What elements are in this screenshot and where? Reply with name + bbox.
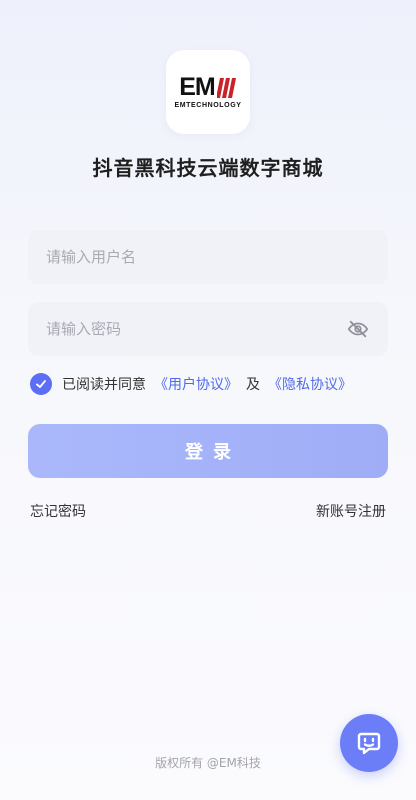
check-icon bbox=[36, 380, 46, 388]
privacy-policy-link[interactable]: 《隐私协议》 bbox=[268, 374, 352, 394]
page-title: 抖音黑科技云端数字商城 bbox=[92, 156, 324, 180]
username-input[interactable] bbox=[46, 248, 370, 266]
agreement-and: 及 bbox=[246, 377, 260, 393]
login-button[interactable]: 登录 bbox=[28, 424, 388, 478]
password-input[interactable] bbox=[46, 320, 346, 338]
eye-off-icon[interactable] bbox=[346, 317, 370, 341]
register-link[interactable]: 新账号注册 bbox=[316, 501, 386, 521]
logo-mark: EM bbox=[179, 73, 237, 101]
username-field bbox=[28, 230, 388, 284]
logo-subtitle: EMTECHNOLOGY bbox=[174, 102, 242, 109]
agreement-prefix: 已阅读并同意 bbox=[62, 377, 146, 393]
user-agreement-link[interactable]: 《用户协议》 bbox=[154, 374, 238, 394]
logo-slashes-icon bbox=[216, 78, 236, 98]
agreement-checkbox[interactable] bbox=[30, 373, 52, 395]
agreement-row: 已阅读并同意 《用户协议》 及 《隐私协议》 bbox=[30, 373, 354, 395]
logo-text: EM bbox=[179, 73, 215, 101]
chat-button[interactable] bbox=[340, 714, 398, 772]
forgot-password-link[interactable]: 忘记密码 bbox=[30, 501, 86, 521]
app-logo: EM EMTECHNOLOGY bbox=[166, 50, 250, 134]
password-field bbox=[28, 302, 388, 356]
chat-bot-icon bbox=[357, 732, 381, 755]
